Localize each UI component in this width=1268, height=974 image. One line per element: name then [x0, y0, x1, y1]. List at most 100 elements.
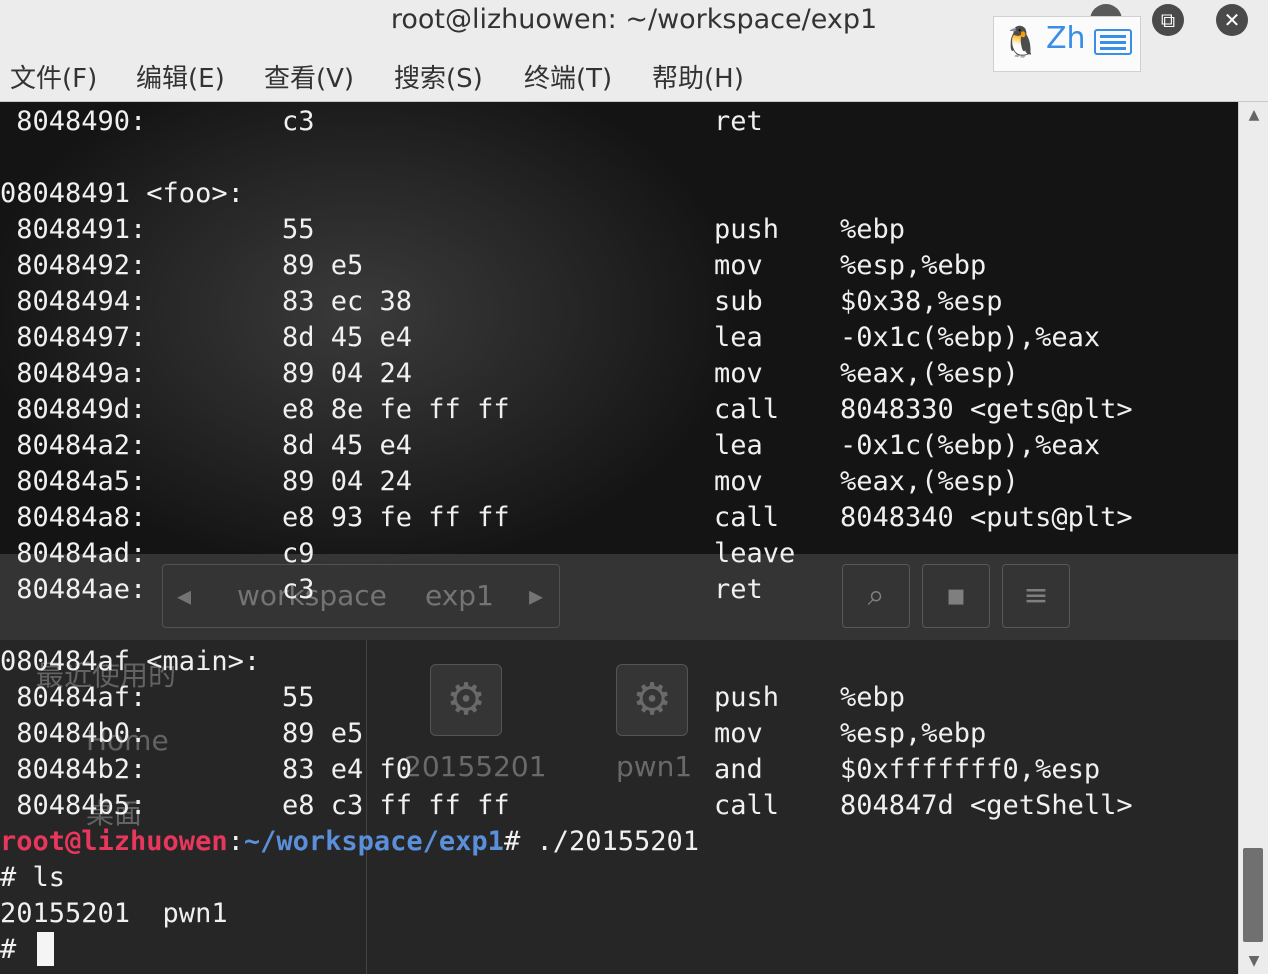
- disasm-args: 8048330 <gets@plt>: [840, 394, 1133, 425]
- disasm-addr: 80484a2:: [0, 430, 147, 461]
- menu-item[interactable]: 查看(V): [264, 58, 354, 95]
- disasm-addr: 80484ae:: [0, 574, 147, 605]
- disasm-op: call: [714, 790, 780, 821]
- menu-item[interactable]: 搜索(S): [394, 58, 483, 95]
- terminal-scrollbar[interactable]: ▲ ▼: [1238, 102, 1268, 974]
- disasm-addr: 80484b0:: [0, 718, 147, 749]
- prompt-user-host: root@lizhuowen: [0, 826, 228, 857]
- disasm-addr: 8048490:: [0, 106, 147, 137]
- disasm-op: mov: [714, 466, 763, 497]
- disasm-op: push: [714, 214, 780, 245]
- disasm-bytes: 89 04 24: [282, 466, 413, 497]
- input-method-indicator[interactable]: 🐧 Zh: [993, 16, 1141, 72]
- disasm-args: %ebp: [840, 214, 906, 245]
- shell-output-line: # ls: [0, 860, 65, 896]
- disasm-bytes: 8d 45 e4: [282, 322, 413, 353]
- disasm-bytes: 89 e5: [282, 718, 364, 749]
- menu-item[interactable]: 终端(T): [524, 58, 612, 95]
- keyboard-icon: [1094, 29, 1132, 55]
- disasm-args: %ebp: [840, 682, 906, 713]
- file-label: pwn1: [616, 750, 693, 783]
- disasm-args: %esp,%ebp: [840, 718, 987, 749]
- terminal-area[interactable]: ◂ workspace exp1 ▸ ⌕ ▪ ≡ 最近使用的 Home 桌面 ⚙…: [0, 102, 1238, 974]
- disasm-op: lea: [714, 430, 763, 461]
- disasm-addr: 80484b2:: [0, 754, 147, 785]
- disasm-addr: 804849d:: [0, 394, 147, 425]
- disasm-op: ret: [714, 106, 763, 137]
- disasm-bytes: 89 04 24: [282, 358, 413, 389]
- shell-prompt-line: root@lizhuowen:~/workspace/exp1# ./20155…: [0, 824, 699, 860]
- path-segment: exp1: [425, 579, 494, 612]
- disasm-bytes: e8 8e fe ff ff: [282, 394, 510, 425]
- disasm-op: call: [714, 502, 780, 533]
- disasm-args: 8048340 <puts@plt>: [840, 502, 1133, 533]
- scroll-down-arrow-icon[interactable]: ▼: [1239, 948, 1268, 974]
- disasm-op: sub: [714, 286, 763, 317]
- disasm-bytes: c9: [282, 538, 315, 569]
- disasm-addr: 80484ad:: [0, 538, 147, 569]
- disasm-op: lea: [714, 322, 763, 353]
- shell-text: # ls: [0, 862, 66, 893]
- shell-text: #: [0, 934, 33, 965]
- path-bar: ◂ workspace exp1 ▸: [162, 564, 560, 628]
- disasm-addr: 8048497:: [0, 322, 147, 353]
- disasm-function-label: 080484af <main>:: [0, 646, 261, 677]
- penguin-icon: 🐧: [1002, 25, 1040, 60]
- disasm-op: mov: [714, 358, 763, 389]
- disasm-args: -0x1c(%ebp),%eax: [840, 322, 1101, 353]
- disasm-bytes: 55: [282, 214, 315, 245]
- list-view-icon: ▪: [922, 564, 990, 628]
- disasm-addr: 8048494:: [0, 286, 147, 317]
- disasm-addr: 80484a5:: [0, 466, 147, 497]
- menu-icon: ≡: [1002, 564, 1070, 628]
- scroll-up-arrow-icon[interactable]: ▲: [1239, 102, 1268, 128]
- chevron-right-icon: ▸: [529, 579, 544, 612]
- disasm-addr: 804849a:: [0, 358, 147, 389]
- menu-item[interactable]: 帮助(H): [652, 58, 744, 95]
- disasm-op: mov: [714, 718, 763, 749]
- disasm-bytes: c3: [282, 574, 315, 605]
- disasm-args: $0x38,%esp: [840, 286, 1003, 317]
- shell-output-line: #: [0, 932, 54, 968]
- menu-item[interactable]: 编辑(E): [136, 58, 225, 95]
- disasm-bytes: 8d 45 e4: [282, 430, 413, 461]
- disasm-args: -0x1c(%ebp),%eax: [840, 430, 1101, 461]
- disasm-bytes: 83 e4 f0: [282, 754, 413, 785]
- chevron-left-icon: ◂: [177, 579, 192, 612]
- prompt-command: ./20155201: [536, 826, 700, 857]
- scroll-thumb[interactable]: [1243, 848, 1263, 942]
- prompt-separator: :: [227, 826, 244, 857]
- disasm-addr: 80484b5:: [0, 790, 147, 821]
- ime-language-label: Zh: [1046, 21, 1086, 56]
- disasm-args: %eax,(%esp): [840, 358, 1019, 389]
- prompt-symbol: #: [503, 826, 537, 857]
- disasm-op: and: [714, 754, 763, 785]
- close-icon: ✕: [1223, 8, 1241, 32]
- prompt-path: ~/workspace/exp1: [243, 826, 504, 857]
- gear-icon: ⚙: [616, 664, 688, 736]
- disasm-bytes: 89 e5: [282, 250, 364, 281]
- shell-text: 20155201 pwn1: [0, 898, 228, 929]
- disasm-addr: 8048491:: [0, 214, 147, 245]
- disasm-bytes: c3: [282, 106, 315, 137]
- disasm-addr: 80484af:: [0, 682, 147, 713]
- disasm-addr: 80484a8:: [0, 502, 147, 533]
- disasm-args: 804847d <getShell>: [840, 790, 1133, 821]
- disasm-bytes: e8 c3 ff ff ff: [282, 790, 510, 821]
- file-manager-toolbar: ◂ workspace exp1 ▸ ⌕ ▪ ≡: [0, 554, 1238, 640]
- disasm-bytes: 55: [282, 682, 315, 713]
- disasm-op: push: [714, 682, 780, 713]
- disasm-args: %eax,(%esp): [840, 466, 1019, 497]
- disasm-op: leave: [714, 538, 796, 569]
- disasm-bytes: 83 ec 38: [282, 286, 413, 317]
- text-cursor: [36, 932, 54, 966]
- maximize-icon: ⧉: [1160, 8, 1176, 32]
- disasm-args: $0xfffffff0,%esp: [840, 754, 1101, 785]
- close-button[interactable]: ✕: [1216, 4, 1248, 36]
- search-icon: ⌕: [842, 564, 910, 628]
- disasm-op: ret: [714, 574, 763, 605]
- disasm-addr: 8048492:: [0, 250, 147, 281]
- menu-item[interactable]: 文件(F): [10, 58, 97, 95]
- file-label: 20155201: [404, 750, 547, 783]
- maximize-button[interactable]: ⧉: [1152, 4, 1184, 36]
